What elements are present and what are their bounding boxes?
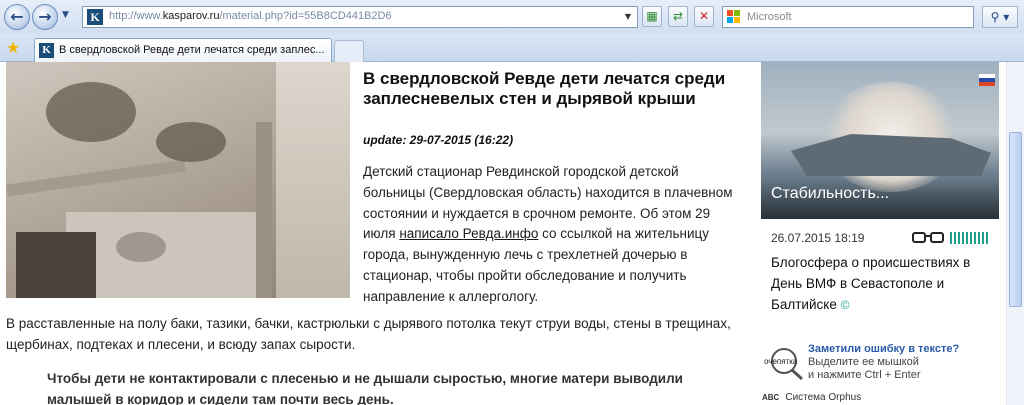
page-content: В свердловской Ревде дети лечатся среди …	[0, 62, 1006, 405]
tab-active[interactable]: K В свердловской Ревде дети лечатся сред…	[34, 38, 332, 62]
magnifier-icon[interactable]: ⚲ ▾	[982, 6, 1018, 28]
stop-icon[interactable]: ✕	[694, 6, 714, 27]
compatibility-view-icon[interactable]: ▦	[642, 6, 662, 27]
orphus-logo-text: очепятка	[764, 357, 798, 366]
history-dropdown-icon[interactable]: ▼	[62, 10, 72, 22]
address-bar[interactable]: K http://www.kasparov.ru/material.php?id…	[82, 6, 638, 28]
article-quote: Чтобы дети не контактировали с плесенью …	[47, 371, 683, 405]
photo-mold-stain	[46, 82, 136, 142]
orphus-line-2: и нажмите Ctrl + Enter	[808, 369, 921, 381]
comment-icon: ©	[840, 298, 850, 312]
article-lead: Детский стационар Ревдинской городской д…	[363, 162, 743, 308]
photo-ceiling-beam	[6, 159, 186, 197]
vertical-scrollbar[interactable]	[1006, 62, 1024, 405]
url-prefix: http://www.	[109, 10, 163, 22]
photo-wall-right	[276, 62, 350, 298]
search-placeholder: Microsoft	[747, 11, 792, 23]
address-dropdown-icon[interactable]: ▼	[621, 9, 635, 25]
sidebar-link-text: Блогосфера о происшествиях в День ВМФ в …	[771, 255, 971, 312]
flag-stripe	[979, 82, 995, 86]
photo-doorway	[16, 232, 96, 298]
tab-bar: ★ K В свердловской Ревде дети лечатся ср…	[0, 34, 1024, 62]
tab-title: В свердловской Ревде дети лечатся среди …	[59, 44, 325, 56]
microsoft-logo-icon	[727, 10, 741, 24]
site-favicon: K	[87, 9, 103, 25]
photo-mold-stain	[156, 122, 226, 162]
views-rating-icon	[950, 232, 990, 244]
article-title: В свердловской Ревде дети лечатся среди …	[363, 69, 726, 108]
photo-peeling-wall	[66, 212, 266, 298]
url-domain: kasparov.ru	[162, 10, 220, 22]
back-arrow-icon[interactable]: ←	[4, 4, 30, 30]
new-tab-button[interactable]	[334, 40, 364, 62]
orphus-instructions: Выделите ее мышкой и нажмите Ctrl + Ente…	[808, 356, 998, 382]
article-paragraph: В расставленные на полу баки, тазики, ба…	[6, 316, 731, 352]
orphus-system-label: Система Orphus	[785, 392, 862, 403]
forward-arrow-icon[interactable]: →	[32, 4, 58, 30]
address-toolbar: ← → ▼ K http://www.kasparov.ru/material.…	[0, 0, 1024, 34]
tab-favicon: K	[39, 43, 54, 58]
abc-icon: ABC	[762, 393, 780, 402]
sidebar-photo-caption[interactable]: Стабильность...	[761, 178, 999, 219]
url-text[interactable]: http://www.kasparov.ru/material.php?id=5…	[109, 10, 392, 22]
article-photo	[6, 62, 350, 298]
sidebar-date: 26.07.2015 18:19	[771, 231, 865, 245]
orphus-line-1: Выделите ее мышкой	[808, 356, 919, 368]
photo-mold-stain	[116, 232, 166, 262]
glasses-icon	[912, 232, 944, 243]
refresh-icon[interactable]: ⇄	[668, 6, 688, 27]
orphus-logo-icon[interactable]: очепятка	[762, 341, 806, 381]
sidebar-caption-text: Стабильность...	[771, 185, 890, 202]
orphus-system[interactable]: ABC Система Orphus	[762, 392, 861, 403]
url-path: /material.php?id=55B8CD441B2D6	[219, 10, 392, 22]
sidebar-article-link[interactable]: Блогосфера о происшествиях в День ВМФ в …	[771, 252, 993, 316]
photo-pipe	[256, 122, 272, 298]
article-update-date: update: 29-07-2015 (16:22)	[363, 133, 514, 147]
star-icon[interactable]: ★	[6, 38, 20, 57]
search-input[interactable]: Microsoft	[722, 6, 974, 28]
orphus-title: Заметили ошибку в тексте?	[808, 343, 960, 355]
scrollbar-thumb[interactable]	[1009, 132, 1022, 307]
source-link[interactable]: написало Ревда.инфо	[399, 226, 538, 241]
